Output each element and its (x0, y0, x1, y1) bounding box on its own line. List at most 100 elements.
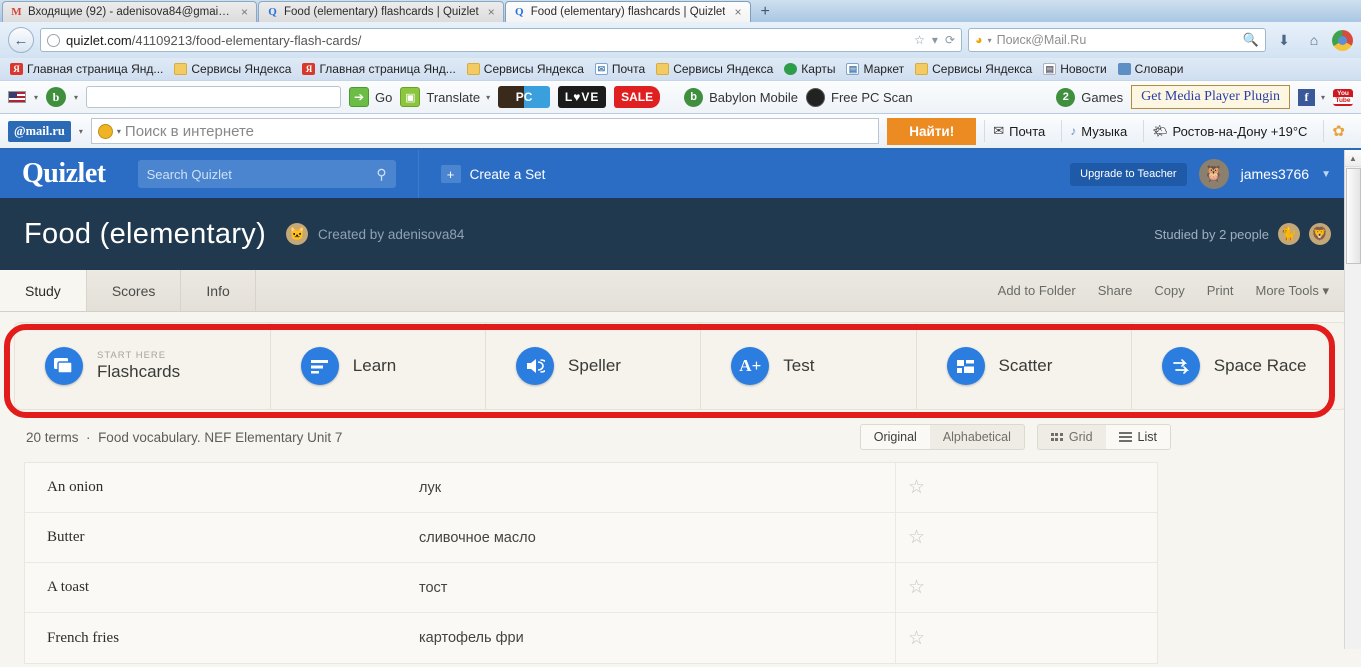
study-modes: START HERE Flashcards Learn Speller A+ T… (14, 322, 1347, 410)
bookmark-item[interactable]: Сервисы Яндекса (911, 61, 1036, 77)
chevron-down-icon[interactable]: ▾ (932, 33, 938, 47)
mode-space-race[interactable]: Space Race (1132, 323, 1346, 409)
username-label[interactable]: james3766 (1241, 166, 1310, 182)
star-outline-icon[interactable]: ☆ (895, 512, 1157, 563)
table-row[interactable]: Butter сливочное масло ☆ (25, 512, 1157, 563)
add-to-folder-button[interactable]: Add to Folder (998, 283, 1076, 298)
scroll-up-arrow-icon[interactable]: ▲ (1345, 150, 1361, 167)
mailru-logo[interactable]: @mail.ru (8, 120, 71, 142)
tab-scores[interactable]: Scores (87, 270, 182, 311)
browser-tab[interactable]: Q Food (elementary) flashcards | Quizlet… (258, 1, 504, 22)
close-icon[interactable]: × (488, 5, 495, 19)
sort-original-button[interactable]: Original (860, 425, 930, 449)
bookmark-item[interactable]: ▤ Новости (1039, 61, 1110, 77)
facebook-link[interactable]: f ▾ (1297, 88, 1325, 106)
chevron-down-icon[interactable]: ▾ (34, 93, 38, 102)
close-icon[interactable]: × (734, 5, 741, 19)
mode-label: Learn (352, 356, 397, 375)
star-outline-icon[interactable]: ☆ (895, 562, 1157, 613)
avatar[interactable]: 🦁 (1309, 223, 1331, 245)
studied-by-label: Studied by 2 people (1154, 226, 1269, 242)
copy-button[interactable]: Copy (1154, 283, 1184, 298)
mailru-link-weather[interactable]: 🌤 Ростов-на-Дону +19°C (1143, 120, 1315, 142)
games-icon: 2 (1056, 87, 1076, 107)
print-button[interactable]: Print (1207, 283, 1234, 298)
table-row[interactable]: An onion лук ☆ (25, 462, 1157, 513)
tab-info[interactable]: Info (181, 270, 256, 311)
scrollbar-thumb[interactable] (1346, 168, 1361, 264)
create-set-button[interactable]: + Create a Set (440, 165, 545, 183)
close-icon[interactable]: × (241, 5, 248, 19)
tab-study[interactable]: Study (0, 270, 87, 311)
ad-pc-banner[interactable]: PC (498, 86, 551, 108)
mailru-link-music[interactable]: ♪ Музыка (1061, 120, 1135, 142)
new-tab-button[interactable]: + (752, 2, 779, 22)
bookmark-item[interactable]: ✉ Почта (591, 61, 649, 77)
bookmark-item[interactable]: Сервисы Яндекса (652, 61, 777, 77)
chevron-down-icon[interactable]: ▼ (1321, 169, 1331, 180)
bookmark-item[interactable]: Сервисы Яндекса (170, 61, 295, 77)
maps-icon (784, 63, 798, 75)
media-plugin-button[interactable]: Get Media Player Plugin (1131, 85, 1290, 109)
url-bar[interactable]: quizlet.com/41109213/food-elementary-fla… (40, 28, 962, 52)
mailru-settings[interactable]: ✿ (1323, 120, 1353, 142)
bookmark-item[interactable]: Я Главная страница Янд... (298, 61, 459, 77)
bookmark-item[interactable]: ▤ Маркет (842, 61, 908, 77)
star-icon[interactable]: ☆ (914, 33, 925, 47)
upgrade-to-teacher-button[interactable]: Upgrade to Teacher (1070, 162, 1187, 186)
find-button[interactable]: Найти! (887, 117, 977, 145)
mode-test[interactable]: A+ Test (701, 323, 917, 409)
quizlet-search-input[interactable]: Search Quizlet ⚲ (137, 160, 396, 188)
go-button[interactable]: ➔ Go (349, 87, 392, 107)
star-outline-icon[interactable]: ☆ (895, 462, 1157, 513)
free-pc-scan-link[interactable]: Free PC Scan (806, 87, 913, 107)
youtube-icon[interactable]: You Tube (1333, 88, 1353, 106)
mailru-link-mail[interactable]: ✉ Почта (984, 120, 1053, 142)
view-grid-button[interactable]: Grid (1038, 425, 1106, 449)
babylon-search-input[interactable] (86, 86, 342, 108)
games-link[interactable]: 2 Games (1056, 87, 1123, 107)
chevron-down-icon[interactable]: ▾ (74, 93, 78, 102)
bookmark-item[interactable]: Карты (780, 61, 839, 77)
mode-flashcards[interactable]: START HERE Flashcards (15, 323, 271, 409)
avatar[interactable]: 🐱 (286, 223, 309, 245)
translate-button[interactable]: ▣ Translate ▾ (400, 87, 490, 107)
babylon-logo-icon[interactable]: b (46, 87, 67, 107)
us-flag-icon[interactable] (8, 91, 26, 103)
bookmark-item[interactable]: Я Главная страница Янд... (6, 61, 167, 77)
table-row[interactable]: A toast тост ☆ (25, 562, 1157, 613)
created-by-label[interactable]: Created by adenisova84 (318, 227, 464, 242)
reload-icon[interactable]: ⟳ (945, 33, 955, 47)
browser-tab[interactable]: M Входящие (92) - adenisova84@gmail.... … (2, 1, 257, 22)
search-icon[interactable]: ⚲ (376, 166, 386, 183)
home-icon[interactable]: ⌂ (1302, 28, 1326, 52)
tab-title: Food (elementary) flashcards | Quizlet (530, 6, 726, 18)
ad-sale-banner[interactable]: SALE (614, 86, 661, 108)
mode-scatter[interactable]: Scatter (917, 323, 1132, 409)
chevron-down-icon[interactable]: ▾ (79, 127, 83, 136)
more-tools-button[interactable]: More Tools ▾ (1256, 283, 1330, 299)
term-text: French fries (47, 629, 120, 646)
babylon-mobile-link[interactable]: b Babylon Mobile (684, 87, 798, 107)
mode-speller[interactable]: Speller (486, 323, 702, 409)
mode-learn[interactable]: Learn (271, 323, 487, 409)
vertical-scrollbar[interactable]: ▲ (1344, 150, 1361, 649)
chrome-menu-icon[interactable] (1332, 29, 1353, 51)
sort-alphabetical-button[interactable]: Alphabetical (930, 425, 1024, 449)
ad-love-banner[interactable]: L♥VE (558, 86, 607, 108)
mailru-search-input[interactable]: ▾ Поиск в интернете (90, 118, 880, 144)
search-icon[interactable]: 🔍 (1243, 32, 1259, 48)
bookmark-item[interactable]: Словари (1114, 61, 1188, 77)
avatar[interactable]: 🐈 (1278, 223, 1300, 245)
star-outline-icon[interactable]: ☆ (895, 613, 1157, 663)
bookmark-item[interactable]: Сервисы Яндекса (463, 61, 588, 77)
share-button[interactable]: Share (1098, 283, 1133, 298)
browser-tab-active[interactable]: Q Food (elementary) flashcards | Quizlet… (504, 1, 751, 22)
back-arrow-icon[interactable]: ← (8, 27, 34, 53)
search-input[interactable]: ◕ ▾ Поиск@Mail.Ru 🔍 (968, 28, 1266, 52)
quizlet-logo[interactable]: Quizlet (22, 158, 106, 190)
view-list-button[interactable]: List (1105, 425, 1170, 449)
table-row[interactable]: French fries картофель фри ☆ (25, 613, 1157, 663)
download-icon[interactable]: ⬇ (1272, 28, 1296, 52)
avatar[interactable]: 🦉 (1198, 159, 1229, 189)
